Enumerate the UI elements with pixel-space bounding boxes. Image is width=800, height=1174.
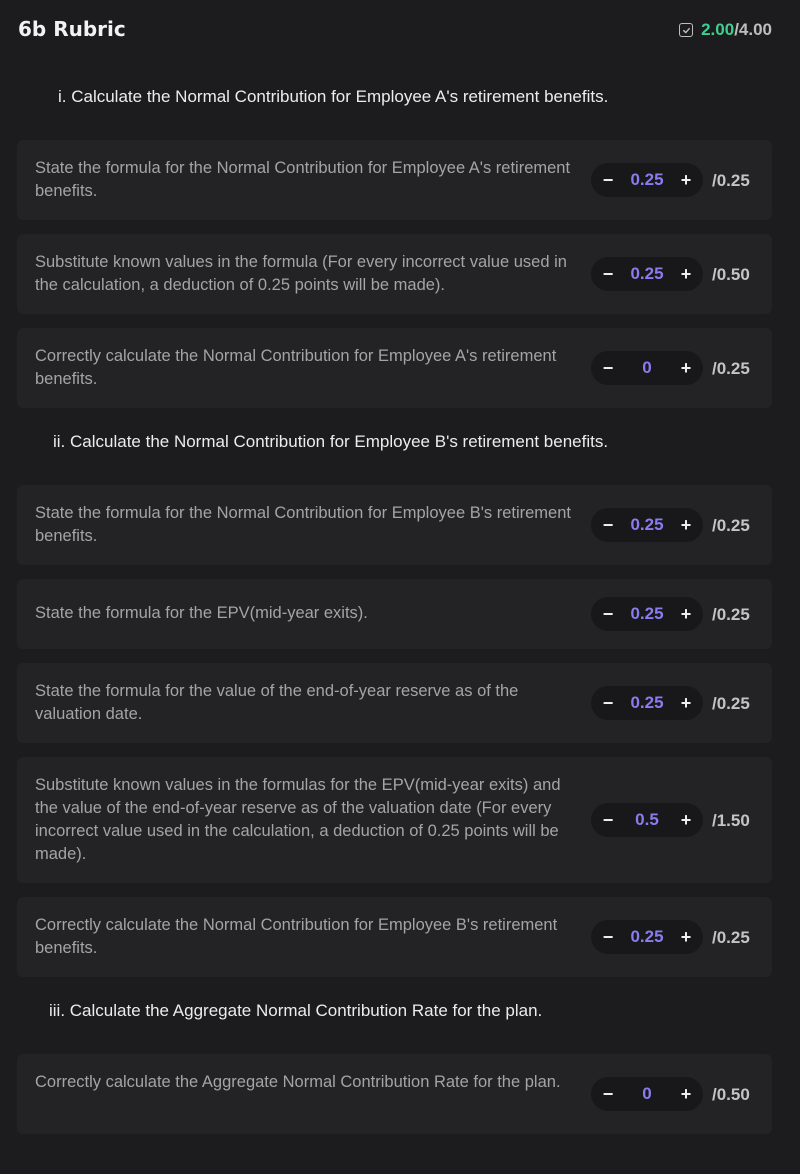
- increment-button[interactable]: +: [679, 810, 693, 831]
- score-value[interactable]: 0.25: [615, 693, 679, 713]
- score-value[interactable]: 0.25: [615, 927, 679, 947]
- increment-button[interactable]: +: [679, 264, 693, 285]
- score-stepper: − 0.5 +: [591, 803, 703, 837]
- increment-button[interactable]: +: [679, 1084, 693, 1105]
- score-value[interactable]: 0.25: [615, 264, 679, 284]
- score-value[interactable]: 0: [615, 1084, 679, 1104]
- rubric-title: 6b Rubric: [18, 17, 126, 41]
- score-value[interactable]: 0.5: [615, 810, 679, 830]
- score-value[interactable]: 0: [615, 358, 679, 378]
- criterion-description: Substitute known values in the formulas …: [35, 776, 561, 863]
- criterion-card: Correctly calculate the Normal Contribut…: [17, 897, 772, 977]
- increment-button[interactable]: +: [679, 170, 693, 191]
- criterion-card: State the formula for the Normal Contrib…: [17, 485, 772, 565]
- score-stepper: − 0 +: [591, 1077, 703, 1111]
- increment-button[interactable]: +: [679, 927, 693, 948]
- score-value[interactable]: 0.25: [615, 515, 679, 535]
- score-value[interactable]: 0.25: [615, 604, 679, 624]
- criterion-card: State the formula for the Normal Contrib…: [17, 140, 772, 220]
- criterion-card: State the formula for the EPV(mid-year e…: [17, 579, 772, 649]
- criterion-description: Substitute known values in the formula (…: [35, 253, 567, 294]
- max-points: /0.25: [712, 694, 750, 713]
- section-heading-iii: iii. Calculate the Aggregate Normal Cont…: [49, 1001, 543, 1020]
- max-points: /0.25: [712, 359, 750, 378]
- criterion-card: Correctly calculate the Aggregate Normal…: [17, 1054, 772, 1134]
- increment-button[interactable]: +: [679, 693, 693, 714]
- score-earned: 2.00: [701, 20, 735, 39]
- criterion-description: Correctly calculate the Normal Contribut…: [35, 916, 558, 957]
- max-points: /0.25: [712, 171, 750, 190]
- max-points: /0.50: [712, 1085, 750, 1104]
- criterion-card: Substitute known values in the formulas …: [17, 757, 772, 883]
- score-stepper: − 0 +: [591, 351, 703, 385]
- checkbox-icon: [679, 23, 694, 37]
- criterion-description: Correctly calculate the Normal Contribut…: [35, 347, 557, 388]
- decrement-button[interactable]: −: [601, 810, 615, 831]
- max-points: /1.50: [712, 811, 750, 830]
- decrement-button[interactable]: −: [601, 1084, 615, 1105]
- score-stepper: − 0.25 +: [591, 257, 703, 291]
- decrement-button[interactable]: −: [601, 358, 615, 379]
- decrement-button[interactable]: −: [601, 264, 615, 285]
- total-score: 2.00/4.00: [679, 20, 772, 40]
- score-value[interactable]: 0.25: [615, 170, 679, 190]
- decrement-button[interactable]: −: [601, 604, 615, 625]
- max-points: /0.25: [712, 516, 750, 535]
- score-stepper: − 0.25 +: [591, 920, 703, 954]
- score-total: /4.00: [734, 20, 772, 39]
- criterion-card: State the formula for the value of the e…: [17, 663, 772, 743]
- criterion-card: Correctly calculate the Normal Contribut…: [17, 328, 772, 408]
- rubric-header: 6b Rubric 2.00/4.00: [0, 0, 800, 62]
- max-points: /0.25: [712, 928, 750, 947]
- increment-button[interactable]: +: [679, 515, 693, 536]
- decrement-button[interactable]: −: [601, 693, 615, 714]
- max-points: /0.25: [712, 605, 750, 624]
- section-heading-i: i. Calculate the Normal Contribution for…: [58, 87, 609, 106]
- increment-button[interactable]: +: [679, 604, 693, 625]
- decrement-button[interactable]: −: [601, 170, 615, 191]
- score-stepper: − 0.25 +: [591, 686, 703, 720]
- score-stepper: − 0.25 +: [591, 163, 703, 197]
- criterion-description: State the formula for the EPV(mid-year e…: [35, 604, 368, 622]
- criterion-description: State the formula for the Normal Contrib…: [35, 159, 571, 200]
- max-points: /0.50: [712, 265, 750, 284]
- score-stepper: − 0.25 +: [591, 508, 703, 542]
- section-heading-ii: ii. Calculate the Normal Contribution fo…: [53, 432, 609, 451]
- decrement-button[interactable]: −: [601, 927, 615, 948]
- increment-button[interactable]: +: [679, 358, 693, 379]
- criterion-description: Correctly calculate the Aggregate Normal…: [35, 1073, 561, 1091]
- score-stepper: − 0.25 +: [591, 597, 703, 631]
- criterion-description: State the formula for the Normal Contrib…: [35, 504, 571, 545]
- criterion-card: Substitute known values in the formula (…: [17, 234, 772, 314]
- criterion-description: State the formula for the value of the e…: [35, 682, 519, 723]
- decrement-button[interactable]: −: [601, 515, 615, 536]
